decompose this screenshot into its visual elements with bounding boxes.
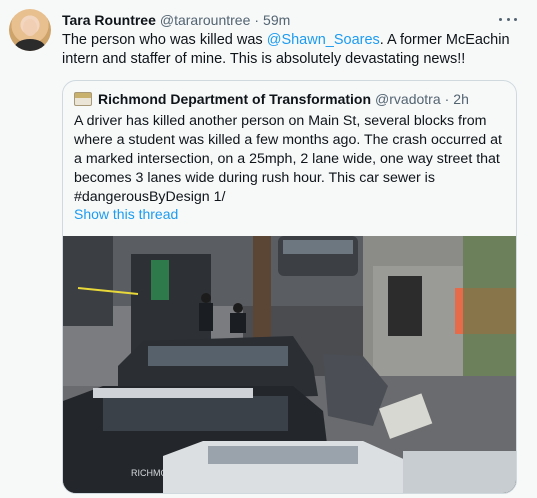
- avatar-face: [23, 19, 37, 36]
- crash-scene-illustration: RICHMON: [63, 236, 516, 493]
- crash-scene-photo[interactable]: RICHMON: [63, 236, 516, 493]
- avatar-shoulders: [15, 39, 45, 51]
- tweet-header: Tara Rountree @tararountree · 59m: [62, 11, 290, 29]
- more-dot: [514, 17, 517, 21]
- tweet-text: The person who was killed was @Shawn_Soa…: [62, 31, 522, 69]
- quoted-tweet-header: Richmond Department of Transformation @r…: [74, 90, 469, 108]
- author-avatar[interactable]: [9, 9, 51, 51]
- quoted-author-avatar[interactable]: [74, 92, 92, 106]
- mention-link[interactable]: @Shawn_Soares: [267, 32, 380, 48]
- author-handle[interactable]: @tararountree: [160, 12, 250, 28]
- tweet[interactable]: Tara Rountree @tararountree · 59m The pe…: [0, 0, 537, 498]
- separator-dot: ·: [254, 12, 260, 28]
- author-name[interactable]: Tara Rountree: [62, 12, 156, 28]
- quoted-tweet[interactable]: Richmond Department of Transformation @r…: [62, 80, 517, 494]
- tweet-text-before: The person who was killed was: [62, 32, 267, 48]
- quoted-tweet-time[interactable]: 2h: [453, 91, 469, 107]
- quoted-author-handle[interactable]: @rvadotra: [375, 91, 441, 107]
- more-dot: [506, 17, 510, 21]
- more-options-icon[interactable]: [499, 12, 517, 26]
- quoted-tweet-text: A driver has killed another person on Ma…: [74, 113, 502, 205]
- quoted-author-name[interactable]: Richmond Department of Transformation: [98, 91, 371, 107]
- tweet-time[interactable]: 59m: [263, 12, 290, 28]
- more-dot: [499, 17, 502, 21]
- show-thread-link[interactable]: Show this thread: [74, 206, 178, 222]
- quoted-separator-dot: ·: [444, 91, 450, 107]
